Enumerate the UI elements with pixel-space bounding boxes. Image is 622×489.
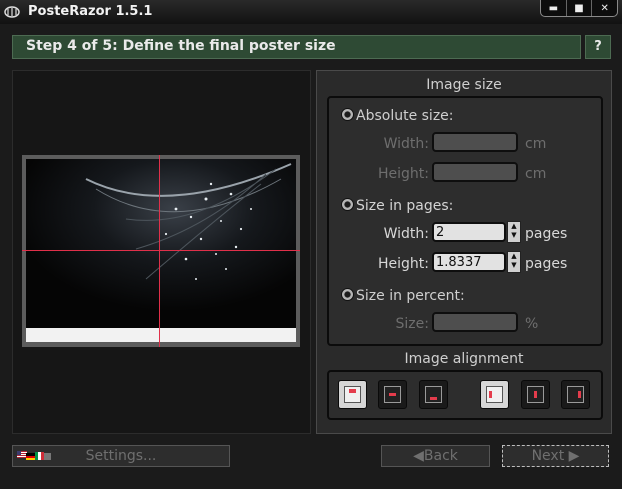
- percent-size-option[interactable]: Size in percent:: [341, 288, 465, 304]
- radio-icon[interactable]: [341, 198, 354, 211]
- align-hcenter-icon: [527, 386, 544, 403]
- back-label: Back: [423, 448, 458, 464]
- image-size-title: Image size: [426, 77, 502, 93]
- radio-icon[interactable]: [341, 108, 354, 121]
- absolute-size-label: Absolute size:: [356, 108, 454, 124]
- minimize-icon: ▬: [548, 2, 559, 14]
- absolute-height-unit: cm: [525, 166, 547, 182]
- back-arrow-icon: ◀: [413, 448, 424, 464]
- align-hcenter-button[interactable]: [521, 380, 550, 409]
- title-bar: PosteRazor 1.5.1 ▬ ■ ✕: [0, 0, 622, 24]
- image-size-group: Absolute size: Width: cm Height: cm Size…: [327, 96, 603, 346]
- next-button[interactable]: Next ▶: [502, 445, 609, 467]
- pages-width-field[interactable]: 2: [432, 222, 506, 242]
- window-title: PosteRazor 1.5.1: [28, 4, 153, 19]
- pages-height-spinner[interactable]: ▲ ▼: [507, 251, 521, 273]
- back-button[interactable]: ◀Back: [381, 445, 490, 467]
- close-button[interactable]: ✕: [591, 0, 617, 16]
- minimize-button[interactable]: ▬: [541, 0, 566, 16]
- app-logo-icon: [4, 6, 20, 18]
- image-alignment-title: Image alignment: [404, 351, 524, 367]
- pages-height-field[interactable]: 1.8337: [432, 252, 506, 272]
- radio-icon[interactable]: [341, 288, 354, 301]
- settings-label: Settings...: [85, 448, 157, 464]
- settings-panel: Image size Absolute size: Width: cm Heig…: [316, 70, 612, 434]
- poster-preview: [22, 155, 300, 347]
- percent-size-field[interactable]: [432, 312, 518, 332]
- step-header: Step 4 of 5: Define the final poster siz…: [12, 35, 581, 59]
- pages-size-label: Size in pages:: [356, 198, 454, 214]
- page-guide-horizontal: [22, 250, 300, 251]
- pages-height-label: Height:: [378, 256, 429, 272]
- next-arrow-icon: ▶: [568, 448, 580, 464]
- align-bottom-button[interactable]: [419, 380, 448, 409]
- absolute-height-field[interactable]: [432, 162, 518, 182]
- align-top-button[interactable]: [338, 380, 367, 409]
- percent-size-label: Size in percent:: [356, 288, 465, 304]
- absolute-width-label: Width:: [383, 136, 429, 152]
- close-icon: ✕: [600, 2, 609, 14]
- percent-size-label-field: Size:: [395, 316, 429, 332]
- maximize-icon: ■: [574, 2, 584, 14]
- next-label: Next: [531, 448, 565, 464]
- absolute-width-field[interactable]: [432, 132, 518, 152]
- help-button[interactable]: ?: [585, 35, 611, 59]
- pages-size-option[interactable]: Size in pages:: [341, 198, 453, 214]
- page-guide-vertical: [159, 155, 160, 347]
- pages-width-unit: pages: [525, 226, 568, 242]
- align-right-button[interactable]: [561, 380, 590, 409]
- align-bottom-icon: [425, 386, 442, 403]
- align-left-button[interactable]: [480, 380, 509, 409]
- align-vcenter-icon: [384, 386, 401, 403]
- absolute-width-unit: cm: [525, 136, 547, 152]
- preview-image: [26, 159, 296, 328]
- language-flags-icon: [17, 451, 51, 460]
- align-vcenter-button[interactable]: [378, 380, 407, 409]
- align-right-icon: [567, 386, 584, 403]
- percent-unit: %: [525, 316, 539, 332]
- maximize-button[interactable]: ■: [565, 0, 592, 16]
- image-alignment-group: [327, 370, 603, 420]
- pages-width-label: Width:: [383, 226, 429, 242]
- step-title: Step 4 of 5: Define the final poster siz…: [26, 38, 336, 54]
- pages-width-spinner[interactable]: ▲ ▼: [507, 221, 521, 243]
- window-controls: ▬ ■ ✕: [540, 0, 618, 17]
- align-left-icon: [486, 386, 503, 403]
- pages-height-unit: pages: [525, 256, 568, 272]
- absolute-height-label: Height:: [378, 166, 429, 182]
- absolute-size-option[interactable]: Absolute size:: [341, 108, 454, 124]
- settings-button[interactable]: Settings...: [12, 445, 230, 467]
- align-top-icon: [344, 386, 361, 403]
